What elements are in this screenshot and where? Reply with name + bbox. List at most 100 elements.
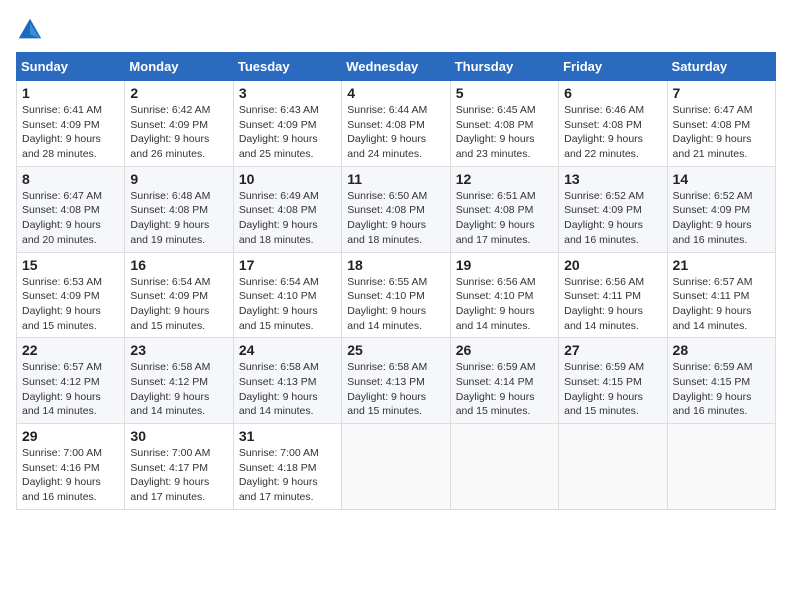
calendar-cell: 14 Sunrise: 6:52 AM Sunset: 4:09 PM Dayl… (667, 166, 775, 252)
day-info: Sunrise: 6:46 AM Sunset: 4:08 PM Dayligh… (564, 103, 661, 162)
logo-icon (16, 16, 44, 44)
week-row-3: 15 Sunrise: 6:53 AM Sunset: 4:09 PM Dayl… (17, 252, 776, 338)
day-info: Sunrise: 7:00 AM Sunset: 4:16 PM Dayligh… (22, 446, 119, 505)
day-number: 17 (239, 257, 336, 273)
day-info: Sunrise: 7:00 AM Sunset: 4:18 PM Dayligh… (239, 446, 336, 505)
day-info: Sunrise: 6:47 AM Sunset: 4:08 PM Dayligh… (22, 189, 119, 248)
weekday-header-friday: Friday (559, 53, 667, 81)
calendar-cell (342, 424, 450, 510)
calendar-cell: 23 Sunrise: 6:58 AM Sunset: 4:12 PM Dayl… (125, 338, 233, 424)
calendar-cell: 1 Sunrise: 6:41 AM Sunset: 4:09 PM Dayli… (17, 81, 125, 167)
calendar-cell: 6 Sunrise: 6:46 AM Sunset: 4:08 PM Dayli… (559, 81, 667, 167)
calendar-cell: 15 Sunrise: 6:53 AM Sunset: 4:09 PM Dayl… (17, 252, 125, 338)
day-info: Sunrise: 6:43 AM Sunset: 4:09 PM Dayligh… (239, 103, 336, 162)
week-row-4: 22 Sunrise: 6:57 AM Sunset: 4:12 PM Dayl… (17, 338, 776, 424)
day-number: 24 (239, 342, 336, 358)
calendar-cell: 25 Sunrise: 6:58 AM Sunset: 4:13 PM Dayl… (342, 338, 450, 424)
calendar-cell: 17 Sunrise: 6:54 AM Sunset: 4:10 PM Dayl… (233, 252, 341, 338)
day-info: Sunrise: 6:42 AM Sunset: 4:09 PM Dayligh… (130, 103, 227, 162)
calendar-cell: 24 Sunrise: 6:58 AM Sunset: 4:13 PM Dayl… (233, 338, 341, 424)
calendar-cell (450, 424, 558, 510)
day-number: 20 (564, 257, 661, 273)
day-number: 12 (456, 171, 553, 187)
calendar-cell: 29 Sunrise: 7:00 AM Sunset: 4:16 PM Dayl… (17, 424, 125, 510)
day-info: Sunrise: 6:51 AM Sunset: 4:08 PM Dayligh… (456, 189, 553, 248)
day-number: 4 (347, 85, 444, 101)
day-number: 28 (673, 342, 770, 358)
day-info: Sunrise: 6:57 AM Sunset: 4:11 PM Dayligh… (673, 275, 770, 334)
week-row-2: 8 Sunrise: 6:47 AM Sunset: 4:08 PM Dayli… (17, 166, 776, 252)
day-number: 16 (130, 257, 227, 273)
day-number: 25 (347, 342, 444, 358)
calendar-cell: 2 Sunrise: 6:42 AM Sunset: 4:09 PM Dayli… (125, 81, 233, 167)
day-number: 3 (239, 85, 336, 101)
day-number: 10 (239, 171, 336, 187)
calendar-cell: 9 Sunrise: 6:48 AM Sunset: 4:08 PM Dayli… (125, 166, 233, 252)
day-number: 7 (673, 85, 770, 101)
day-info: Sunrise: 6:52 AM Sunset: 4:09 PM Dayligh… (564, 189, 661, 248)
day-info: Sunrise: 6:48 AM Sunset: 4:08 PM Dayligh… (130, 189, 227, 248)
week-row-1: 1 Sunrise: 6:41 AM Sunset: 4:09 PM Dayli… (17, 81, 776, 167)
weekday-header-sunday: Sunday (17, 53, 125, 81)
day-info: Sunrise: 6:58 AM Sunset: 4:12 PM Dayligh… (130, 360, 227, 419)
calendar-cell: 30 Sunrise: 7:00 AM Sunset: 4:17 PM Dayl… (125, 424, 233, 510)
day-info: Sunrise: 7:00 AM Sunset: 4:17 PM Dayligh… (130, 446, 227, 505)
day-number: 26 (456, 342, 553, 358)
calendar-cell: 26 Sunrise: 6:59 AM Sunset: 4:14 PM Dayl… (450, 338, 558, 424)
day-info: Sunrise: 6:49 AM Sunset: 4:08 PM Dayligh… (239, 189, 336, 248)
day-info: Sunrise: 6:47 AM Sunset: 4:08 PM Dayligh… (673, 103, 770, 162)
day-info: Sunrise: 6:56 AM Sunset: 4:10 PM Dayligh… (456, 275, 553, 334)
day-number: 27 (564, 342, 661, 358)
day-number: 31 (239, 428, 336, 444)
day-info: Sunrise: 6:58 AM Sunset: 4:13 PM Dayligh… (239, 360, 336, 419)
calendar-cell: 19 Sunrise: 6:56 AM Sunset: 4:10 PM Dayl… (450, 252, 558, 338)
day-number: 11 (347, 171, 444, 187)
day-number: 21 (673, 257, 770, 273)
day-number: 9 (130, 171, 227, 187)
day-info: Sunrise: 6:50 AM Sunset: 4:08 PM Dayligh… (347, 189, 444, 248)
day-info: Sunrise: 6:54 AM Sunset: 4:10 PM Dayligh… (239, 275, 336, 334)
day-number: 19 (456, 257, 553, 273)
day-info: Sunrise: 6:52 AM Sunset: 4:09 PM Dayligh… (673, 189, 770, 248)
calendar-table: SundayMondayTuesdayWednesdayThursdayFrid… (16, 52, 776, 510)
calendar-cell: 5 Sunrise: 6:45 AM Sunset: 4:08 PM Dayli… (450, 81, 558, 167)
weekday-header-saturday: Saturday (667, 53, 775, 81)
calendar-cell: 10 Sunrise: 6:49 AM Sunset: 4:08 PM Dayl… (233, 166, 341, 252)
day-number: 29 (22, 428, 119, 444)
day-info: Sunrise: 6:41 AM Sunset: 4:09 PM Dayligh… (22, 103, 119, 162)
calendar-cell: 7 Sunrise: 6:47 AM Sunset: 4:08 PM Dayli… (667, 81, 775, 167)
calendar-cell: 21 Sunrise: 6:57 AM Sunset: 4:11 PM Dayl… (667, 252, 775, 338)
calendar-cell: 28 Sunrise: 6:59 AM Sunset: 4:15 PM Dayl… (667, 338, 775, 424)
day-number: 22 (22, 342, 119, 358)
calendar-cell: 4 Sunrise: 6:44 AM Sunset: 4:08 PM Dayli… (342, 81, 450, 167)
calendar-cell: 11 Sunrise: 6:50 AM Sunset: 4:08 PM Dayl… (342, 166, 450, 252)
calendar-cell: 13 Sunrise: 6:52 AM Sunset: 4:09 PM Dayl… (559, 166, 667, 252)
day-number: 30 (130, 428, 227, 444)
day-number: 14 (673, 171, 770, 187)
calendar-cell: 16 Sunrise: 6:54 AM Sunset: 4:09 PM Dayl… (125, 252, 233, 338)
page-header (16, 16, 776, 44)
day-info: Sunrise: 6:44 AM Sunset: 4:08 PM Dayligh… (347, 103, 444, 162)
day-info: Sunrise: 6:59 AM Sunset: 4:15 PM Dayligh… (564, 360, 661, 419)
day-number: 18 (347, 257, 444, 273)
calendar-cell: 3 Sunrise: 6:43 AM Sunset: 4:09 PM Dayli… (233, 81, 341, 167)
logo (16, 16, 48, 44)
day-info: Sunrise: 6:59 AM Sunset: 4:14 PM Dayligh… (456, 360, 553, 419)
calendar-cell (667, 424, 775, 510)
weekday-header-wednesday: Wednesday (342, 53, 450, 81)
weekday-header-row: SundayMondayTuesdayWednesdayThursdayFrid… (17, 53, 776, 81)
day-info: Sunrise: 6:54 AM Sunset: 4:09 PM Dayligh… (130, 275, 227, 334)
weekday-header-monday: Monday (125, 53, 233, 81)
day-number: 15 (22, 257, 119, 273)
week-row-5: 29 Sunrise: 7:00 AM Sunset: 4:16 PM Dayl… (17, 424, 776, 510)
day-info: Sunrise: 6:58 AM Sunset: 4:13 PM Dayligh… (347, 360, 444, 419)
calendar-cell: 20 Sunrise: 6:56 AM Sunset: 4:11 PM Dayl… (559, 252, 667, 338)
day-number: 1 (22, 85, 119, 101)
calendar-cell: 12 Sunrise: 6:51 AM Sunset: 4:08 PM Dayl… (450, 166, 558, 252)
day-info: Sunrise: 6:55 AM Sunset: 4:10 PM Dayligh… (347, 275, 444, 334)
calendar-cell: 31 Sunrise: 7:00 AM Sunset: 4:18 PM Dayl… (233, 424, 341, 510)
day-info: Sunrise: 6:45 AM Sunset: 4:08 PM Dayligh… (456, 103, 553, 162)
calendar-cell: 18 Sunrise: 6:55 AM Sunset: 4:10 PM Dayl… (342, 252, 450, 338)
day-number: 6 (564, 85, 661, 101)
day-number: 13 (564, 171, 661, 187)
